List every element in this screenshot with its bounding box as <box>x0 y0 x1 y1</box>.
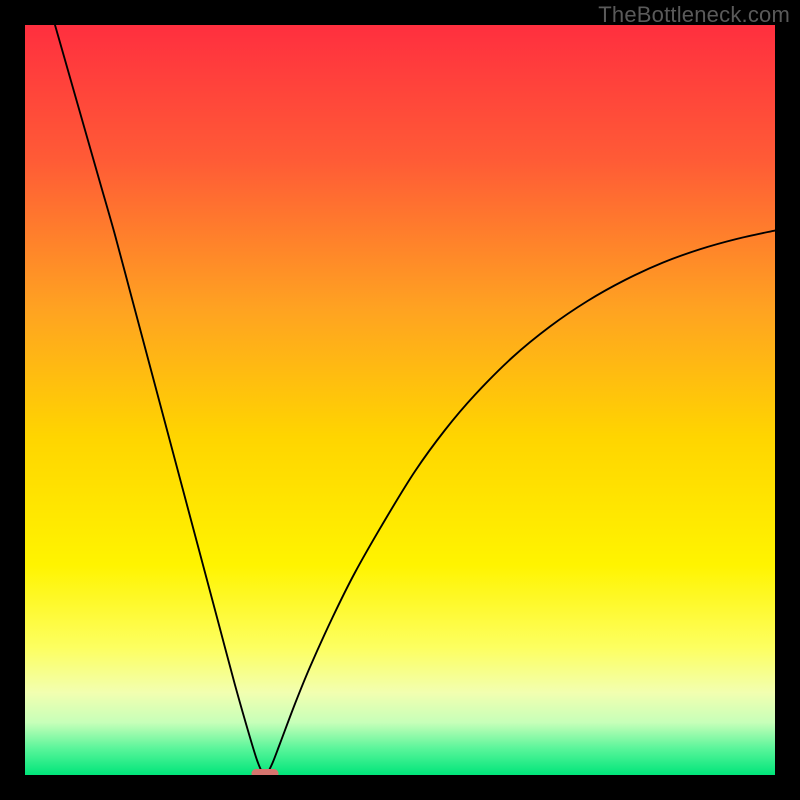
chart-background <box>25 25 775 775</box>
bottleneck-chart <box>25 25 775 775</box>
min-marker <box>252 769 279 775</box>
watermark-label: TheBottleneck.com <box>598 2 790 28</box>
chart-frame: TheBottleneck.com <box>0 0 800 800</box>
